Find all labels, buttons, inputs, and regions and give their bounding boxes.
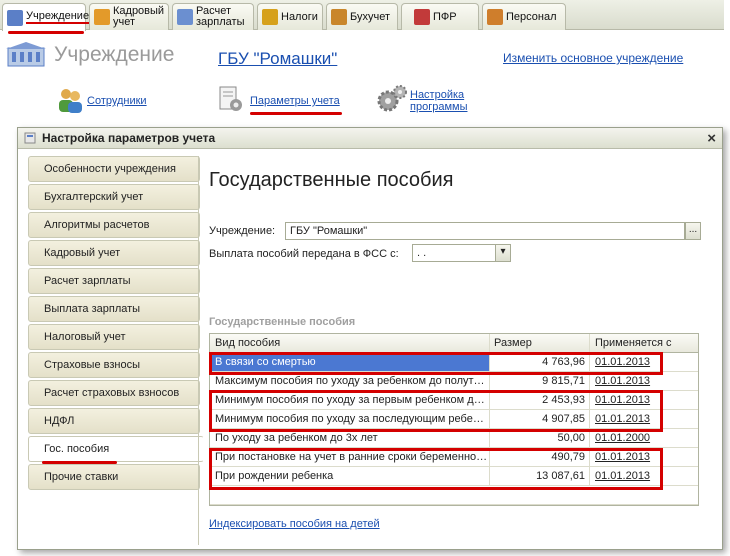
tab-institution[interactable]: Учреждение — [2, 3, 90, 31]
tab-label: Бухучет — [350, 10, 390, 23]
employees-icon[interactable] — [56, 86, 84, 114]
program-settings-link[interactable]: Настройка программы — [410, 89, 467, 113]
tab-label: Налоги — [281, 10, 318, 23]
tab-hr[interactable]: Кадровый учет — [89, 3, 169, 30]
accounting-params-link[interactable]: Параметры учета — [250, 95, 340, 107]
institution-select-button[interactable]: ... — [685, 222, 701, 240]
nav-item[interactable]: Расчет страховых взносов — [28, 380, 200, 406]
staff-icon — [487, 9, 503, 25]
nav-item[interactable]: Страховые взносы — [28, 352, 200, 378]
dialog-title: Настройка параметров учета — [42, 131, 216, 145]
nav-item-active[interactable]: Гос. пособия — [28, 436, 204, 462]
tab-accounting[interactable]: Бухучет — [326, 3, 398, 30]
taxes-icon — [262, 9, 278, 25]
program-settings-line2: программы — [410, 101, 468, 113]
settings-nav: Особенности учреждения Бухгалтерский уче… — [28, 156, 204, 492]
payroll-icon — [177, 9, 193, 25]
content-panel: Государственные пособия Учреждение: ГБУ … — [198, 156, 717, 545]
dialog-title-bar: Настройка параметров учета — [18, 128, 722, 149]
highlight-underline — [8, 31, 84, 34]
nav-item[interactable]: Особенности учреждения — [28, 156, 200, 182]
tab-label: Учреждение — [26, 10, 90, 24]
section-title: Государственные пособия — [209, 316, 356, 328]
pfr-icon — [414, 9, 430, 25]
gears-icon[interactable] — [376, 84, 407, 112]
nav-item[interactable]: Расчет зарплаты — [28, 268, 200, 294]
column-header[interactable]: Вид пособия — [210, 334, 490, 352]
highlight-underline — [42, 461, 117, 464]
organization-link[interactable]: ГБУ "Ромашки" — [218, 49, 337, 69]
employees-link[interactable]: Сотрудники — [87, 95, 147, 107]
building-icon — [6, 42, 46, 68]
settings-document-icon[interactable] — [216, 85, 244, 113]
dialog-icon — [24, 132, 36, 144]
program-settings-line1: Настройка — [410, 89, 465, 101]
tab-label: Кадровый учет — [113, 5, 165, 28]
nav-item[interactable]: Кадровый учет — [28, 240, 200, 266]
fss-date-field[interactable]: . . — [412, 244, 496, 262]
highlight-box — [209, 448, 663, 490]
page-title: Учреждение — [54, 43, 175, 66]
highlight-box — [209, 390, 663, 432]
highlight-underline — [250, 112, 342, 115]
tab-pfr[interactable]: ПФР — [401, 3, 479, 30]
settings-dialog: Настройка параметров учета × Особенности… — [17, 127, 723, 550]
nav-item[interactable]: Прочие ставки — [28, 464, 200, 490]
fss-label: Выплата пособий передана в ФСС с: — [209, 248, 399, 260]
nav-item[interactable]: Бухгалтерский учет — [28, 184, 200, 210]
institution-label: Учреждение: — [209, 225, 276, 237]
change-organization-link[interactable]: Изменить основное учреждение — [503, 51, 683, 65]
nav-item[interactable]: Алгоритмы расчетов — [28, 212, 200, 238]
table-header: Вид пособия Размер Применяется с — [210, 334, 698, 353]
content-title: Государственные пособия — [209, 169, 454, 191]
institution-field[interactable]: ГБУ "Ромашки" — [285, 222, 685, 240]
tab-label: Персонал — [506, 10, 557, 23]
top-tab-strip: Учреждение Кадровый учет Расчет зарплаты… — [0, 0, 724, 31]
nav-item[interactable]: Налоговый учет — [28, 324, 200, 350]
tab-staff[interactable]: Персонал — [482, 3, 566, 30]
tab-taxes[interactable]: Налоги — [257, 3, 323, 30]
nav-item[interactable]: НДФЛ — [28, 408, 200, 434]
highlight-box — [209, 352, 663, 375]
tab-payroll[interactable]: Расчет зарплаты — [172, 3, 254, 30]
close-icon[interactable]: × — [707, 130, 716, 147]
nav-item[interactable]: Выплата зарплаты — [28, 296, 200, 322]
column-header[interactable]: Размер — [490, 334, 590, 352]
index-benefits-link[interactable]: Индексировать пособия на детей — [209, 518, 380, 530]
chevron-down-icon[interactable]: ▾ — [495, 244, 511, 262]
people-icon — [94, 9, 110, 25]
column-header[interactable]: Применяется с — [590, 334, 698, 352]
tab-label: ПФР — [433, 10, 457, 23]
accountant-icon — [331, 9, 347, 25]
building-icon — [7, 9, 23, 26]
tab-label: Расчет зарплаты — [196, 5, 245, 28]
